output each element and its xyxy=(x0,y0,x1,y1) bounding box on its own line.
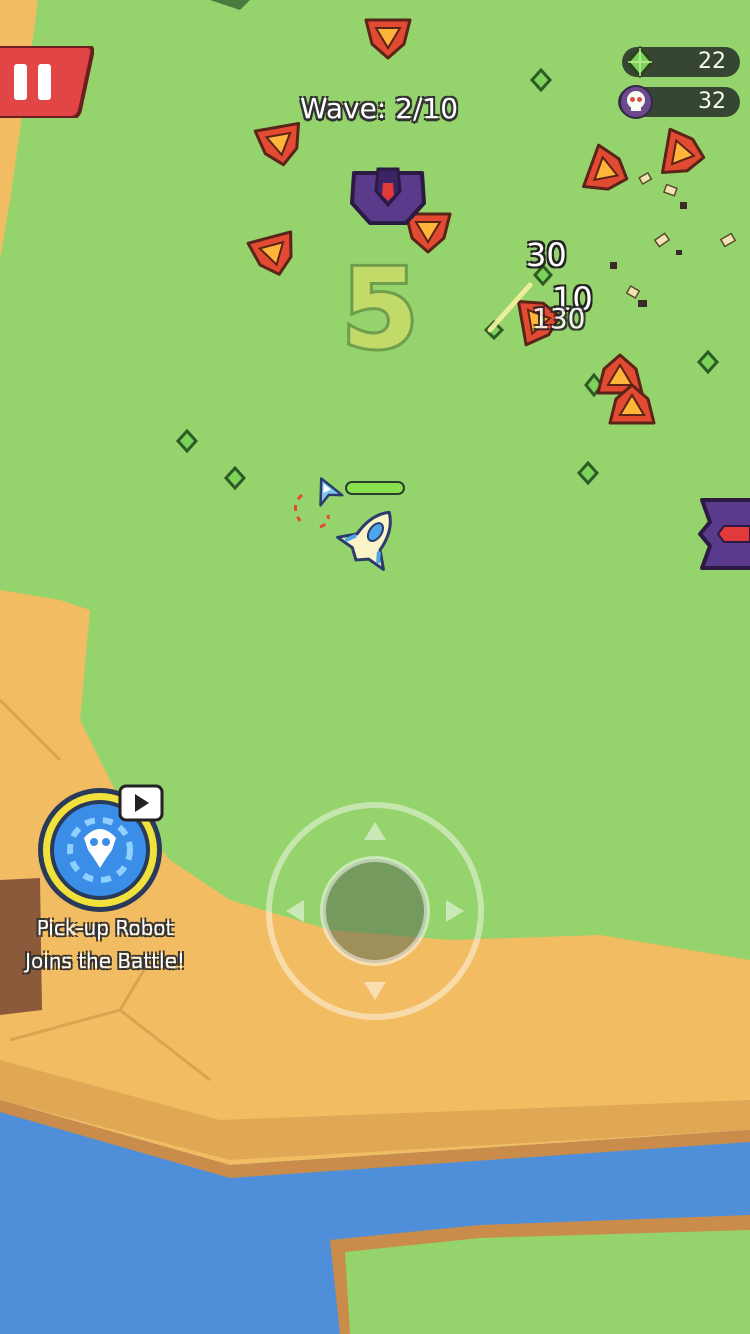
virtual-joystick[interactable] xyxy=(264,800,486,1022)
wave-countdown: 5 xyxy=(339,242,422,376)
purple-enemy xyxy=(698,498,750,570)
enemies-layer xyxy=(246,18,750,570)
pickup-robot-caption: Pick-up Robot Joins the Battle! xyxy=(10,912,200,978)
gem-icon xyxy=(626,45,654,79)
gem-count: 22 xyxy=(698,49,726,74)
watch-ad-button[interactable] xyxy=(118,784,164,822)
wave-indicator: Wave: 2/10 xyxy=(300,92,459,125)
purple-enemy xyxy=(350,167,426,225)
joystick-icon xyxy=(266,802,484,1020)
red-enemy xyxy=(660,127,710,181)
pause-button[interactable] xyxy=(0,44,95,120)
red-enemy xyxy=(253,121,307,171)
kill-counter: 32 xyxy=(618,85,740,119)
caption-line: Pick-up Robot xyxy=(36,916,174,940)
kill-count: 32 xyxy=(698,89,726,114)
red-enemy xyxy=(246,230,302,282)
pause-icon xyxy=(0,44,95,120)
gem-counter: 22 xyxy=(622,45,740,79)
red-enemy xyxy=(364,18,412,60)
skull-icon xyxy=(619,85,653,119)
drone xyxy=(319,477,344,507)
damage-number: 30 xyxy=(526,236,567,274)
video-play-icon xyxy=(118,784,164,822)
player-ship xyxy=(294,477,405,571)
pickup-robot-button[interactable] xyxy=(36,784,168,916)
damage-number: 130 xyxy=(532,302,586,335)
caption-line: Joins the Battle! xyxy=(25,949,185,973)
red-enemy xyxy=(582,143,636,202)
